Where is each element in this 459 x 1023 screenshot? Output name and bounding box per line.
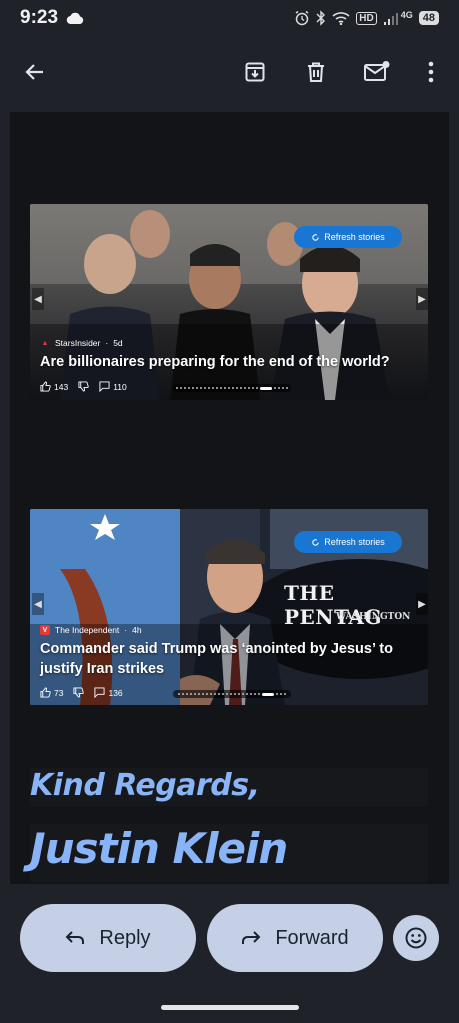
delete-icon	[308, 62, 324, 82]
carousel-next-button[interactable]: ▶	[416, 593, 428, 615]
reply-label: Reply	[99, 926, 151, 949]
chevron-left-icon: ◀	[34, 293, 42, 305]
news-stats: 73 136	[40, 687, 123, 698]
news-headline[interactable]: Are billionaires preparing for the end o…	[40, 352, 416, 372]
signature-name-block: Justin Klein	[30, 824, 428, 882]
like-button[interactable]: 143	[40, 381, 68, 392]
wifi-icon	[332, 12, 350, 25]
carousel-prev-button[interactable]: ◀	[32, 288, 44, 310]
starsinsider-logo-icon: ▲	[41, 339, 49, 347]
back-arrow-icon	[25, 64, 43, 80]
forward-icon	[242, 931, 261, 944]
signature-closing-block: Kind Regards,	[30, 768, 428, 806]
thumbs-up-icon	[40, 381, 51, 392]
delete-button[interactable]	[296, 52, 336, 92]
dislike-button[interactable]	[73, 687, 85, 698]
chevron-right-icon: ▶	[418, 598, 426, 610]
refresh-stories-button[interactable]: Refresh stories	[294, 226, 402, 248]
refresh-icon	[312, 538, 319, 546]
email-body: Refresh stories ◀ ▶ ▲ StarsInsider · 5d …	[10, 112, 449, 884]
comments-button[interactable]: 136	[94, 687, 123, 698]
chevron-right-icon: ▶	[418, 293, 426, 305]
status-bar: 9:23 HD 4G 48	[0, 0, 459, 36]
comments-button[interactable]: 110	[99, 381, 127, 392]
bluetooth-icon	[316, 10, 326, 26]
archive-icon	[245, 62, 265, 82]
news-source: ▲ StarsInsider · 5d	[41, 338, 123, 348]
carousel-dots	[173, 690, 291, 698]
more-vert-icon	[428, 61, 434, 83]
alarm-icon	[295, 10, 309, 26]
comment-icon	[99, 381, 110, 392]
back-button[interactable]	[15, 52, 55, 92]
news-headline[interactable]: Commander said Trump was ‘anointed by Je…	[40, 639, 416, 679]
network-type: 4G	[400, 10, 413, 20]
thumbs-down-icon	[78, 381, 89, 392]
reply-actions-bar: Reply Forward	[0, 904, 459, 972]
signature-closing: Kind Regards,	[30, 768, 260, 803]
email-toolbar	[0, 44, 459, 100]
signal-icon	[383, 13, 398, 25]
archive-button[interactable]	[235, 52, 275, 92]
forward-label: Forward	[275, 926, 349, 949]
reply-icon	[66, 931, 85, 944]
smiley-icon	[405, 927, 427, 949]
signature-name: Justin Klein	[30, 824, 288, 873]
independent-logo-icon: V	[40, 625, 50, 635]
home-indicator[interactable]	[161, 1005, 299, 1010]
battery-indicator: 48	[418, 11, 439, 25]
thumbs-up-icon	[40, 687, 51, 698]
news-stats: 143 110	[40, 381, 127, 392]
dislike-button[interactable]	[78, 381, 89, 392]
comment-icon	[94, 687, 106, 698]
mark-unread-button[interactable]	[357, 52, 397, 92]
emoji-reaction-button[interactable]	[393, 915, 439, 961]
carousel-dots	[173, 384, 291, 392]
carousel-prev-button[interactable]: ◀	[32, 593, 44, 615]
news-card-1[interactable]: Refresh stories ◀ ▶ ▲ StarsInsider · 5d …	[30, 204, 428, 400]
more-options-button[interactable]	[411, 52, 451, 92]
refresh-icon	[312, 233, 319, 241]
thumbs-down-icon	[73, 687, 85, 698]
like-button[interactable]: 73	[40, 687, 63, 698]
clock-time: 9:23	[20, 7, 59, 28]
news-card-2[interactable]: THE PENTAG WASHINGTON Refresh stories ◀ …	[30, 509, 428, 705]
chevron-left-icon: ◀	[34, 598, 42, 610]
carousel-next-button[interactable]: ▶	[416, 288, 428, 310]
forward-button[interactable]: Forward	[207, 904, 383, 972]
reply-button[interactable]: Reply	[20, 904, 196, 972]
background-sign-subtext: WASHINGTON	[336, 612, 411, 622]
hd-badge: HD	[356, 11, 377, 25]
refresh-stories-button[interactable]: Refresh stories	[294, 531, 402, 553]
cloud-icon	[66, 12, 84, 24]
mark-unread-icon	[364, 61, 390, 81]
news-source: V The Independent · 4h	[40, 625, 142, 635]
